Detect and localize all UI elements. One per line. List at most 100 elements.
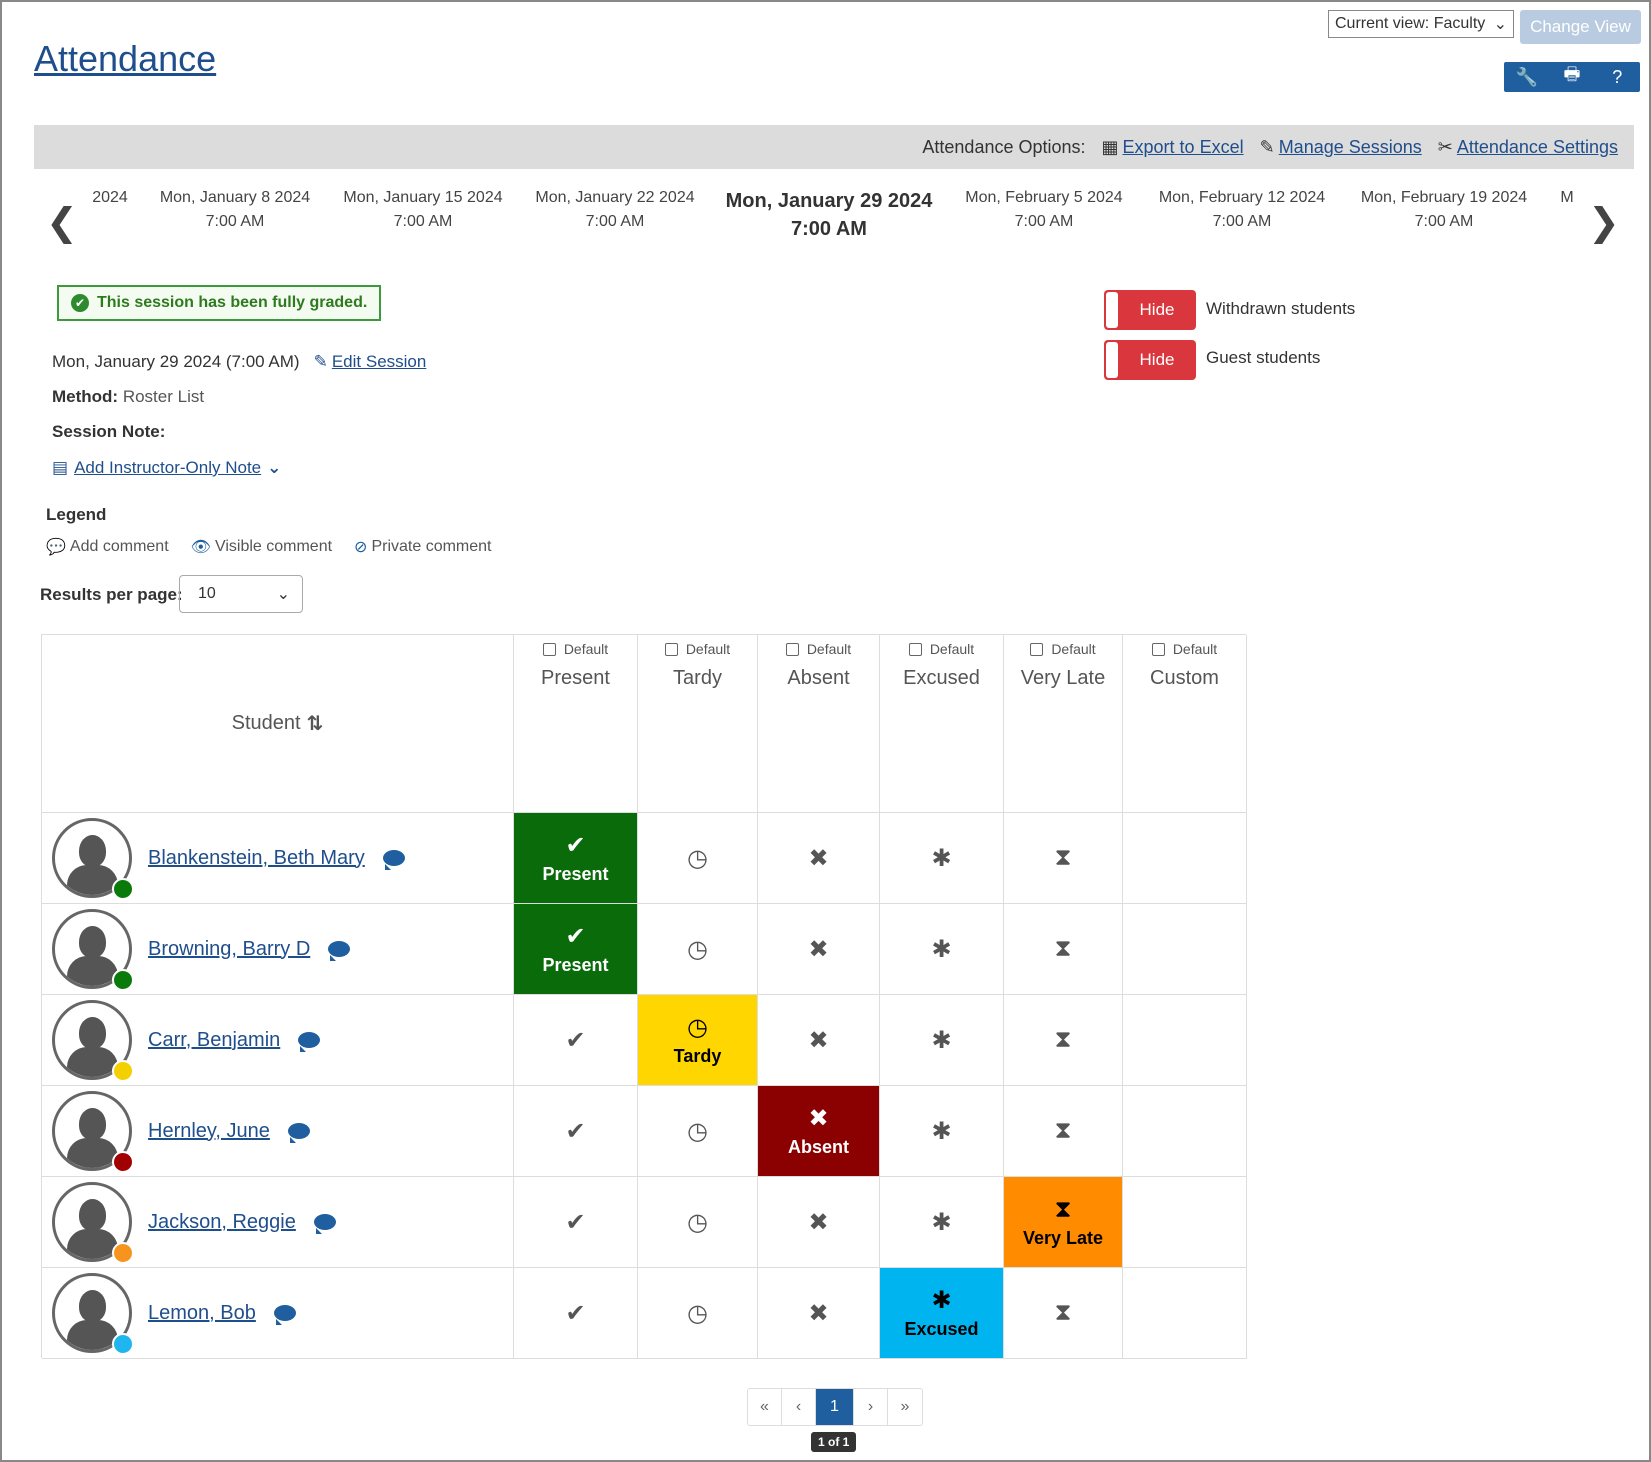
default-checkbox[interactable] bbox=[542, 642, 556, 656]
column-header-absent: Default Absent bbox=[758, 635, 880, 813]
edit-session-link[interactable]: Edit Session bbox=[332, 352, 427, 372]
status-cell-excused[interactable]: ✱ bbox=[880, 1177, 1004, 1268]
student-name-link[interactable]: Lemon, Bob bbox=[148, 1302, 256, 1325]
table-row-student: Hernley, June bbox=[42, 1086, 514, 1177]
status-cell-excused[interactable]: ✱ bbox=[880, 995, 1004, 1086]
hourglass-icon: ⧗ bbox=[1054, 935, 1072, 962]
page-1-button[interactable]: 1 bbox=[816, 1389, 854, 1425]
comment-icon[interactable] bbox=[328, 941, 351, 961]
default-checkbox[interactable] bbox=[785, 642, 799, 656]
status-cell-tardy[interactable]: ◷ bbox=[638, 904, 758, 995]
withdrawn-toggle[interactable]: Hide bbox=[1104, 290, 1196, 330]
change-view-button[interactable]: Change View bbox=[1520, 10, 1641, 44]
student-name-link[interactable]: Browning, Barry D bbox=[148, 938, 310, 961]
page-title[interactable]: Attendance bbox=[34, 38, 216, 80]
status-cell-tardy[interactable]: ◷ bbox=[638, 1177, 758, 1268]
status-cell-excused[interactable]: ✱ Excused bbox=[880, 1268, 1004, 1359]
manage-sessions-link[interactable]: Manage Sessions bbox=[1279, 137, 1422, 158]
help-icon[interactable]: ? bbox=[1602, 67, 1632, 88]
status-cell-present[interactable]: ✔ bbox=[514, 1177, 638, 1268]
session-item[interactable]: Mon, February 12 2024 7:00 AM bbox=[1152, 186, 1332, 234]
last-page-button[interactable]: » bbox=[888, 1389, 922, 1425]
status-cell-custom bbox=[1123, 904, 1247, 995]
add-instructor-note-link[interactable]: Add Instructor-Only Note bbox=[74, 458, 261, 478]
asterisk-icon: ✱ bbox=[931, 1287, 952, 1314]
session-item-active[interactable]: Mon, January 29 2024 7:00 AM bbox=[724, 187, 934, 243]
session-item[interactable]: Mon, February 5 2024 7:00 AM bbox=[956, 186, 1132, 234]
status-cell-very-late[interactable]: ⧗ bbox=[1004, 995, 1123, 1086]
comment-icon[interactable] bbox=[273, 1305, 296, 1325]
status-dot bbox=[112, 1151, 134, 1173]
status-cell-tardy[interactable]: ◷ bbox=[638, 1268, 758, 1359]
status-cell-present[interactable]: ✔ bbox=[514, 995, 638, 1086]
status-cell-present[interactable]: ✔ Present bbox=[514, 813, 638, 904]
status-cell-excused[interactable]: ✱ bbox=[880, 813, 1004, 904]
guest-toggle[interactable]: Hide bbox=[1104, 340, 1196, 380]
avatar bbox=[52, 1000, 134, 1082]
status-cell-very-late[interactable]: ⧗ bbox=[1004, 1086, 1123, 1177]
status-cell-very-late[interactable]: ⧗ bbox=[1004, 1268, 1123, 1359]
prev-session-arrow[interactable]: ❮ bbox=[46, 200, 78, 245]
next-page-button[interactable]: › bbox=[854, 1389, 888, 1425]
session-item[interactable]: 2024 bbox=[90, 186, 130, 210]
status-cell-tardy[interactable]: ◷ bbox=[638, 813, 758, 904]
status-cell-absent[interactable]: ✖ bbox=[758, 904, 880, 995]
default-label: Default bbox=[685, 641, 731, 657]
default-checkbox[interactable] bbox=[908, 642, 922, 656]
status-cell-present[interactable]: ✔ bbox=[514, 1268, 638, 1359]
session-item[interactable]: Mon, January 22 2024 7:00 AM bbox=[530, 186, 700, 234]
status-cell-absent[interactable]: ✖ bbox=[758, 1268, 880, 1359]
default-checkbox[interactable] bbox=[1151, 642, 1165, 656]
student-name-link[interactable]: Hernley, June bbox=[148, 1120, 270, 1143]
comment-icon[interactable] bbox=[298, 1032, 321, 1052]
comment-icon[interactable] bbox=[287, 1123, 310, 1143]
note-icon: ▤ bbox=[52, 458, 69, 477]
print-icon[interactable]: 🖶 bbox=[1557, 62, 1587, 92]
status-cell-absent[interactable]: ✖ bbox=[758, 813, 880, 904]
graded-status-banner: ✔ This session has been fully graded. bbox=[57, 285, 382, 321]
session-item[interactable]: Mon, January 8 2024 7:00 AM bbox=[152, 186, 318, 234]
status-cell-present[interactable]: ✔ Present bbox=[514, 904, 638, 995]
student-name-link[interactable]: Jackson, Reggie bbox=[148, 1211, 296, 1234]
export-excel-link[interactable]: Export to Excel bbox=[1123, 137, 1244, 158]
student-column-header[interactable]: Student ⇅ bbox=[42, 635, 514, 813]
default-checkbox[interactable] bbox=[1030, 642, 1044, 656]
status-cell-excused[interactable]: ✱ bbox=[880, 904, 1004, 995]
column-name: Absent bbox=[787, 667, 850, 689]
comment-icon[interactable] bbox=[313, 1214, 336, 1234]
prev-page-button[interactable]: ‹ bbox=[782, 1389, 816, 1425]
sort-icon: ⇅ bbox=[306, 713, 324, 735]
status-cell-very-late[interactable]: ⧗ bbox=[1004, 813, 1123, 904]
status-cell-very-late[interactable]: ⧗ Very Late bbox=[1004, 1177, 1123, 1268]
x-icon: ✖ bbox=[808, 1208, 829, 1236]
avatar bbox=[52, 1182, 134, 1264]
x-icon: ✖ bbox=[808, 844, 829, 872]
default-checkbox[interactable] bbox=[664, 642, 678, 656]
status-cell-tardy[interactable]: ◷ Tardy bbox=[638, 995, 758, 1086]
next-session-arrow[interactable]: ❯ bbox=[1588, 200, 1620, 245]
status-cell-absent[interactable]: ✖ bbox=[758, 1177, 880, 1268]
status-cell-tardy[interactable]: ◷ bbox=[638, 1086, 758, 1177]
wrench-icon[interactable]: 🔧 bbox=[1512, 67, 1542, 88]
status-cell-present[interactable]: ✔ bbox=[514, 1086, 638, 1177]
hourglass-icon: ⧗ bbox=[1054, 1117, 1072, 1144]
attendance-settings-link[interactable]: Attendance Settings bbox=[1457, 137, 1618, 158]
asterisk-icon: ✱ bbox=[931, 935, 952, 963]
status-cell-excused[interactable]: ✱ bbox=[880, 1086, 1004, 1177]
comment-icon[interactable] bbox=[382, 850, 405, 870]
check-icon: ✔ bbox=[565, 1117, 586, 1145]
status-cell-absent[interactable]: ✖ Absent bbox=[758, 1086, 880, 1177]
status-cell-custom bbox=[1123, 1268, 1247, 1359]
view-select[interactable]: Current view: Faculty ⌄ bbox=[1328, 10, 1514, 38]
first-page-button[interactable]: « bbox=[748, 1389, 782, 1425]
add-note-row[interactable]: ▤ Add Instructor-Only Note ⌄ bbox=[52, 458, 281, 478]
student-name-link[interactable]: Carr, Benjamin bbox=[148, 1029, 280, 1052]
session-item[interactable]: Mon, February 19 2024 7:00 AM bbox=[1354, 186, 1534, 234]
asterisk-icon: ✱ bbox=[931, 844, 952, 872]
status-cell-very-late[interactable]: ⧗ bbox=[1004, 904, 1123, 995]
status-cell-absent[interactable]: ✖ bbox=[758, 995, 880, 1086]
results-per-page-select[interactable]: 10 ⌄ bbox=[179, 575, 303, 613]
student-name-link[interactable]: Blankenstein, Beth Mary bbox=[148, 847, 365, 870]
session-item[interactable]: M bbox=[1557, 186, 1577, 210]
session-item[interactable]: Mon, January 15 2024 7:00 AM bbox=[340, 186, 506, 234]
